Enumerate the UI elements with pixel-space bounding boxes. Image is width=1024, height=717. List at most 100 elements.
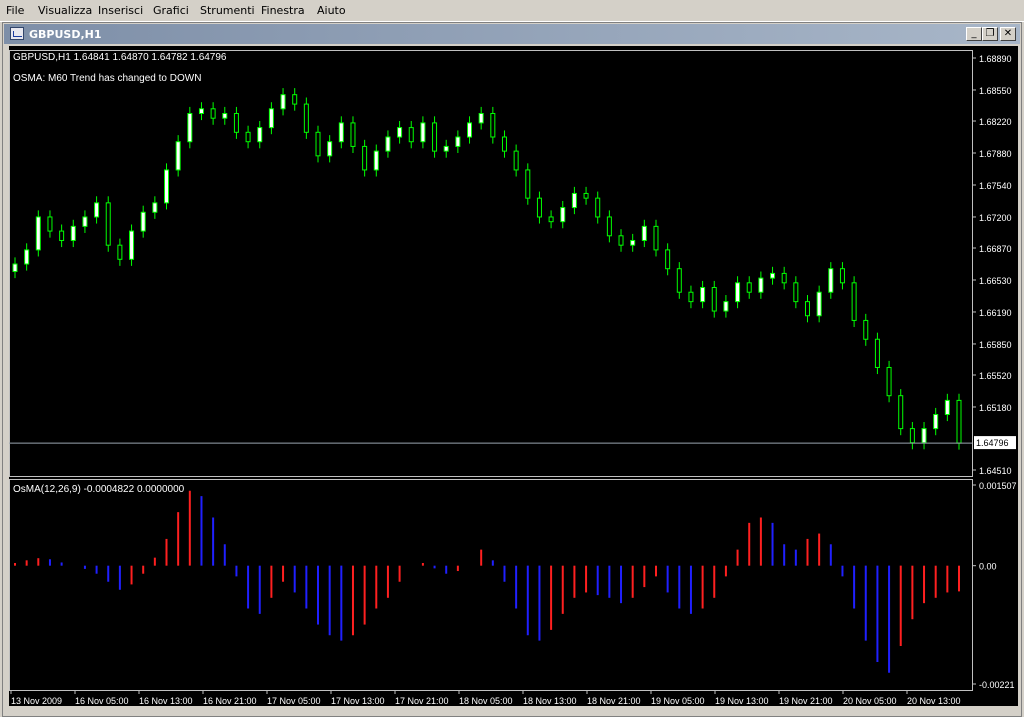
bear-candle [245,131,251,143]
menu-inserisci[interactable]: Inserisci [98,4,143,17]
indicator-axis-label: 0.001507 [979,481,1017,491]
window-titlebar[interactable]: GBPUSD,H1 _ ❐ ✕ [4,24,1020,44]
bear-candle [886,366,892,397]
restore-button[interactable]: ❐ [982,27,998,41]
minimize-button[interactable]: _ [966,27,982,41]
time-axis-label: 18 Nov 05:00 [459,696,513,706]
bull-candle [630,239,636,246]
price-axis-label: 1.66190 [979,308,1012,318]
bear-candle [839,268,845,284]
bear-candle [863,319,869,340]
time-axis-label: 19 Nov 21:00 [779,696,833,706]
price-axis-label: 1.67540 [979,181,1012,191]
bull-candle [338,122,344,143]
time-axis-label: 18 Nov 21:00 [587,696,641,706]
price-axis-label: 1.67200 [979,213,1012,223]
bear-candle [606,216,612,237]
bear-candle [47,216,53,232]
bull-candle [467,122,473,138]
bear-candle [105,202,111,246]
bear-candle [536,197,542,218]
bull-candle [478,112,484,124]
current-price-label: 1.64796 [976,438,1009,448]
indicator-header: OsMA(12,26,9) -0.0004822 0.0000000 [13,484,185,495]
time-axis-label: 16 Nov 21:00 [203,696,257,706]
bull-candle [35,216,41,251]
bull-candle [455,136,461,147]
time-axis-label: 20 Nov 13:00 [907,696,961,706]
bull-candle [641,225,647,241]
menu-finestra[interactable]: Finestra [261,4,305,17]
time-axis-label: 20 Nov 05:00 [843,696,897,706]
bear-candle [874,338,880,368]
indicator-axis-label: 0.00 [979,562,997,572]
bear-candle [210,108,216,119]
bull-candle [758,277,764,293]
chart-canvas[interactable]: GBPUSD,H1 1.64841 1.64870 1.64782 1.6479… [9,46,1018,706]
time-axis-label: 17 Nov 21:00 [395,696,449,706]
bear-candle [59,230,65,241]
menu-grafici[interactable]: Grafici [153,4,189,17]
bear-candle [117,244,123,260]
bull-candle [222,112,228,119]
bull-candle [385,136,391,152]
price-axis-label: 1.68550 [979,86,1012,96]
bull-candle [828,268,834,293]
restore-icon: ❐ [985,28,995,39]
bull-candle [735,282,741,303]
indicator-axis-label: -0.00221 [979,680,1015,690]
menu-aiuto[interactable]: Aiuto [317,4,346,17]
bear-candle [665,249,671,270]
bear-candle [793,282,799,303]
bear-candle [851,282,857,321]
bull-candle [140,211,146,232]
bull-candle [24,249,30,265]
bear-candle [292,94,298,105]
bull-candle [921,428,927,444]
close-icon: ✕ [1003,28,1013,39]
bull-candle [280,94,286,110]
price-axis-label: 1.65520 [979,371,1012,381]
bull-candle [443,145,449,152]
bull-candle [129,230,135,260]
alert-text: OSMA: M60 Trend has changed to DOWN [13,73,201,84]
menu-visualizza[interactable]: Visualizza [38,4,92,17]
bear-candle [618,235,624,246]
bear-candle [909,428,915,444]
price-axis-label: 1.64510 [979,466,1012,476]
time-axis-label: 19 Nov 13:00 [715,696,769,706]
bull-candle [700,287,706,303]
indicator-pane-border [9,479,973,691]
bear-candle [525,169,531,199]
bear-candle [956,399,962,444]
bear-candle [501,136,507,152]
bear-candle [408,127,414,143]
bear-candle [676,268,682,293]
bear-candle [653,225,659,251]
bear-candle [711,287,717,312]
price-axis-label: 1.68890 [979,54,1012,64]
minimize-icon: _ [971,28,977,39]
bear-candle [898,395,904,430]
price-axis-label: 1.65180 [979,403,1012,413]
menu-bar: File Visualizza Inserisci Grafici Strume… [0,0,1024,22]
bull-candle [164,169,170,204]
menu-strumenti[interactable]: Strumenti [200,4,255,17]
time-axis-label: 19 Nov 05:00 [651,696,705,706]
price-axis-label: 1.66530 [979,276,1012,286]
bear-candle [350,122,356,147]
price-axis-label: 1.66870 [979,244,1012,254]
bear-candle [583,192,589,199]
bull-candle [397,127,403,138]
price-chart-svg[interactable]: GBPUSD,H1 1.64841 1.64870 1.64782 1.6479… [9,46,1018,706]
bear-candle [688,291,694,303]
close-button[interactable]: ✕ [1000,27,1016,41]
bear-candle [548,216,554,223]
chart-window-icon [10,27,24,40]
menu-file[interactable]: File [6,4,24,17]
price-axis-label: 1.65850 [979,340,1012,350]
bear-candle [781,272,787,284]
price-axis-label: 1.67880 [979,149,1012,159]
bull-candle [723,301,729,312]
bull-candle [944,399,950,416]
